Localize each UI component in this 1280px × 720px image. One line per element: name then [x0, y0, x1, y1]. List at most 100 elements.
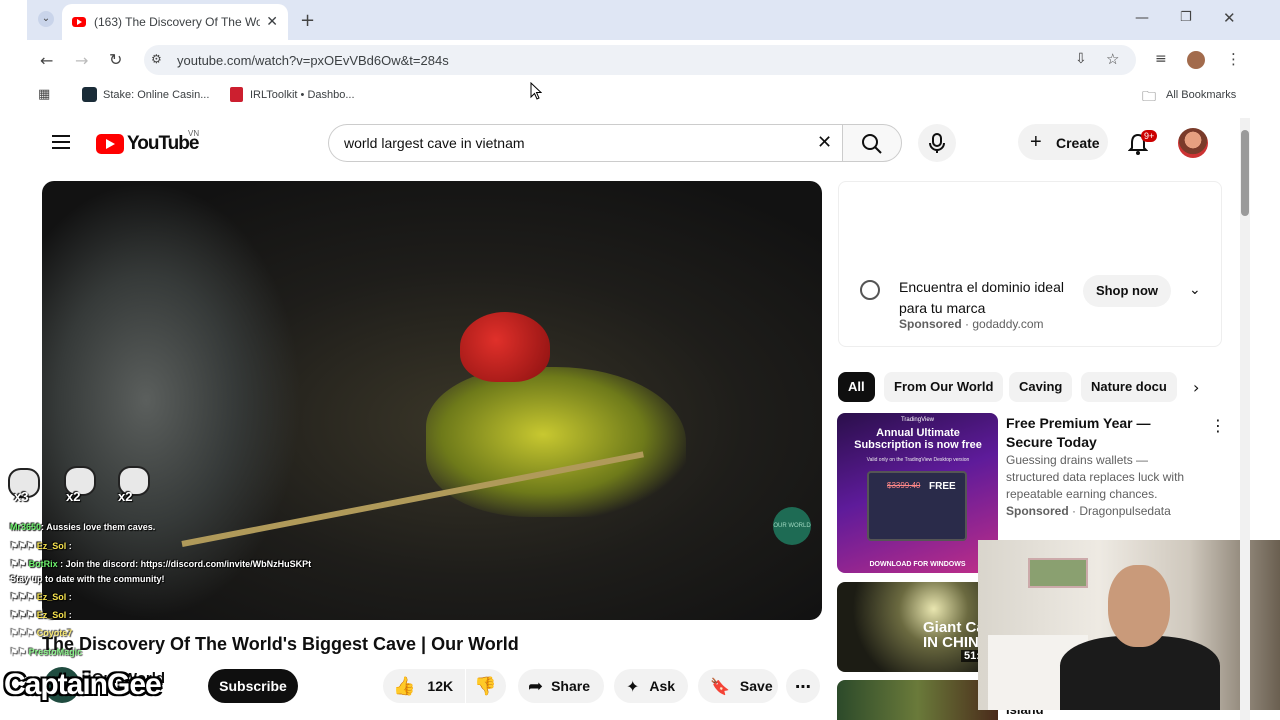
chat-text: : Aussies love them caves.: [41, 522, 156, 532]
recommended-title-1[interactable]: Free Premium Year — Secure Today: [1006, 414, 1196, 452]
ad-sponsor-line: Sponsored · godaddy.com: [899, 317, 1044, 331]
irltoolkit-favicon-icon: [230, 87, 243, 102]
site-info-icon[interactable]: ⚙: [151, 52, 162, 66]
save-label: Save: [739, 678, 773, 694]
search-query[interactable]: world largest cave in vietnam: [344, 135, 525, 151]
save-button[interactable]: 🔖 Save: [698, 669, 778, 703]
emote-multiplier-1: x3: [14, 489, 29, 504]
chat-user: Ez_Sol: [36, 610, 67, 620]
more-actions-button[interactable]: ⋯: [786, 669, 820, 703]
ad-domain: godaddy.com: [972, 317, 1044, 331]
chat-message: Stay up to date with the community!: [10, 574, 165, 584]
share-button[interactable]: ➦ Share: [518, 669, 604, 703]
chat-message: ⚑⚑⚑ Coyote7: [10, 628, 73, 638]
bookmark-irltoolkit[interactable]: IRLToolkit • Dashbo...: [250, 89, 355, 101]
hamburger-menu-icon[interactable]: [52, 135, 70, 149]
thumb-free: FREE: [929, 481, 956, 492]
thumb-sub: Valid only on the TradingView Desktop ve…: [866, 457, 970, 463]
new-tab-icon[interactable]: +: [300, 10, 315, 31]
minimize-icon[interactable]: —: [1135, 10, 1149, 26]
advertiser-name: Dragonpulsedata: [1079, 504, 1171, 518]
shop-now-button[interactable]: Shop now: [1083, 275, 1171, 307]
more-vertical-icon[interactable]: ⋮: [1210, 416, 1226, 435]
share-icon: ➦: [528, 675, 544, 697]
restore-icon[interactable]: ❐: [1180, 10, 1192, 25]
install-app-icon[interactable]: ⇩: [1075, 51, 1087, 67]
chat-user: Ez_Sol: [36, 541, 67, 551]
share-label: Share: [551, 678, 591, 694]
chat-text: :: [68, 541, 72, 551]
chat-user: Ez_Sol: [36, 592, 67, 602]
cave-wall-scene: [42, 181, 302, 620]
chip-caving[interactable]: Caving: [1009, 372, 1073, 402]
chat-text: : Join the discord: https://discord.com/…: [60, 559, 312, 569]
chat-user: Mr3650: [10, 522, 42, 532]
chat-text: :: [68, 610, 72, 620]
streamer-shirt: [1060, 636, 1220, 710]
more-horizontal-icon: ⋯: [795, 676, 811, 696]
chat-message: ⚑⚑ BotRix : Join the discord: https://di…: [10, 559, 312, 569]
thumbs-down-icon: 👎: [474, 675, 497, 697]
region-code: VN: [188, 129, 200, 138]
bookmark-star-icon[interactable]: ☆: [1106, 50, 1119, 68]
back-icon[interactable]: ←: [40, 51, 53, 70]
streamer-head: [1108, 565, 1170, 647]
chat-user: PrestoMagic: [28, 647, 83, 657]
emote-multiplier-3: x2: [118, 489, 133, 504]
godaddy-logo-icon: [860, 280, 880, 300]
video-player[interactable]: OUR WORLD: [42, 181, 822, 620]
thumb-brand: TradingView: [900, 417, 935, 423]
channel-watermark[interactable]: OUR WORLD: [773, 507, 811, 545]
thumb-heading: Annual Ultimate Subscription is now free: [854, 427, 982, 451]
tab-search-icon[interactable]: ⌄: [38, 11, 54, 27]
video-title: The Discovery Of The World's Biggest Cav…: [42, 634, 519, 654]
forward-icon[interactable]: →: [75, 51, 88, 70]
thumb-price: $3399.40: [887, 481, 921, 490]
close-tab-icon[interactable]: ✕: [266, 14, 278, 30]
active-tab[interactable]: (163) The Discovery Of The World's Bigge…: [62, 4, 288, 40]
close-window-icon[interactable]: ✕: [1223, 9, 1236, 27]
notification-count-badge: 9+: [1141, 130, 1158, 142]
youtube-logo-icon[interactable]: [96, 134, 124, 154]
chip-nature-docu[interactable]: Nature docu: [1081, 372, 1177, 402]
bookmark-stake[interactable]: Stake: Online Casin...: [103, 89, 209, 101]
chat-message: ⚑⚑⚑ Ez_Sol :: [10, 610, 72, 620]
like-button[interactable]: 👍 12K: [383, 669, 465, 703]
microphone-icon: [929, 133, 945, 153]
chevron-right-icon[interactable]: ›: [1193, 378, 1199, 397]
recommended-sponsor-1: Sponsored · Dragonpulsedata: [1006, 504, 1171, 518]
all-bookmarks[interactable]: All Bookmarks: [1166, 89, 1236, 101]
chat-message: ⚑⚑ PrestoMagic: [10, 647, 83, 657]
streamer-logo: CaptainGee: [4, 668, 162, 701]
subscribe-button[interactable]: Subscribe: [208, 669, 298, 703]
chat-text: Stay up to date with the community!: [10, 574, 165, 584]
clear-search-icon[interactable]: ✕: [817, 132, 832, 153]
ad-sponsored-label: Sponsored: [899, 317, 962, 331]
media-controls-icon[interactable]: ≡: [1155, 51, 1167, 67]
plus-icon: +: [1030, 131, 1042, 153]
apps-grid-icon[interactable]: ▦: [38, 87, 50, 102]
sponsored-label: Sponsored: [1006, 504, 1069, 518]
recommended-thumbnail-2[interactable]: Giant Cav IN CHIN 51:: [837, 582, 998, 672]
ask-label: Ask: [649, 678, 676, 694]
url-text[interactable]: youtube.com/watch?v=pxOEvVBd6Ow&t=284s: [177, 53, 449, 68]
dislike-button[interactable]: 👎: [466, 669, 506, 703]
chip-from-our-world[interactable]: From Our World: [884, 372, 1004, 402]
scrollbar-thumb[interactable]: [1241, 130, 1249, 216]
recommended-thumbnail-1[interactable]: TradingView Annual Ultimate Subscription…: [837, 413, 998, 573]
account-avatar[interactable]: [1178, 128, 1208, 158]
chat-user: Coyote7: [36, 628, 73, 638]
stake-favicon-icon: [82, 87, 97, 102]
ad-headline[interactable]: Encuentra el dominio ideal para tu marca: [899, 277, 1069, 319]
bookmark-icon: 🔖: [710, 676, 730, 696]
chip-all[interactable]: All: [838, 372, 875, 402]
chevron-down-icon[interactable]: ⌄: [1189, 282, 1201, 298]
browser-menu-icon[interactable]: ⋮: [1226, 50, 1241, 68]
thumb-cta: DOWNLOAD FOR WINDOWS: [869, 561, 966, 568]
profile-avatar[interactable]: [1187, 51, 1205, 69]
youtube-favicon-icon: [72, 17, 86, 27]
ask-button[interactable]: ✦ Ask: [614, 669, 688, 703]
recommended-thumbnail-3[interactable]: [837, 680, 998, 720]
tab-title: (163) The Discovery Of The World's Bigge…: [94, 15, 261, 29]
reload-icon[interactable]: ↻: [109, 50, 122, 69]
